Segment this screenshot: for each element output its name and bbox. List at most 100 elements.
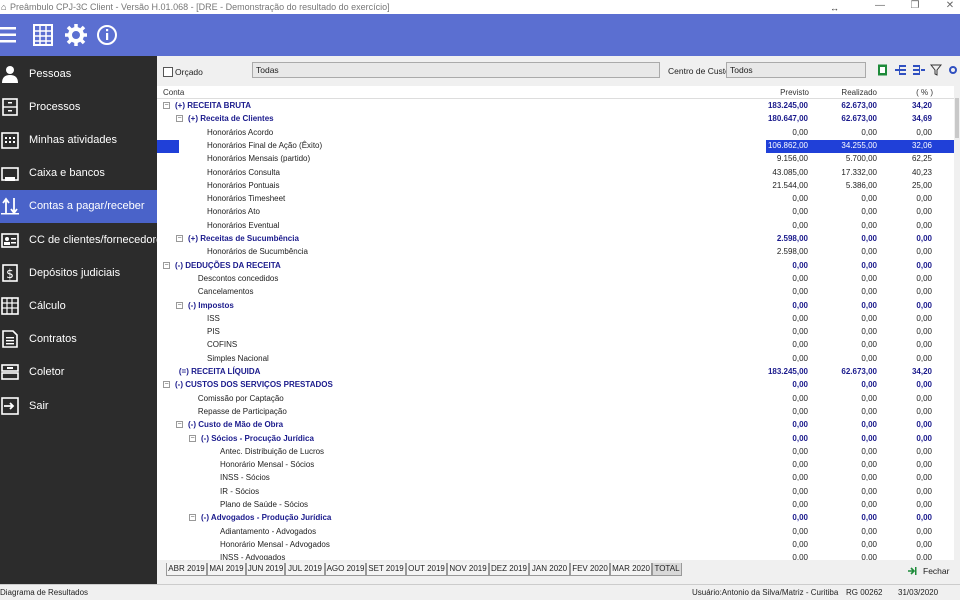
col-header-conta[interactable]: Conta — [163, 88, 184, 100]
sidebar-item-processos[interactable]: Processos — [0, 91, 157, 124]
collapse-toggle-icon[interactable]: − — [176, 301, 183, 309]
tab-mar-2020[interactable]: MAR 2020 — [610, 563, 652, 576]
sidebar-item-caixa-e-bancos[interactable]: Caixa e bancos — [0, 157, 157, 190]
centro-custo-field[interactable]: Todos — [726, 62, 866, 78]
collapse-toggle-icon[interactable]: − — [163, 102, 170, 109]
settings-small-icon[interactable] — [947, 64, 959, 76]
collapse-toggle-icon[interactable]: − — [163, 261, 170, 269]
table-row[interactable]: COFINS 0,00 0,00 0,00 — [157, 339, 954, 352]
table-row[interactable]: Honorários Timesheet 0,00 0,00 0,00 — [157, 193, 954, 206]
col-header-previsto[interactable]: Previsto — [757, 88, 809, 100]
table-row[interactable]: Adiantamento - Advogados 0,00 0,00 0,00 — [157, 526, 954, 539]
orcado-checkbox[interactable] — [163, 67, 173, 77]
tab-jun-2019[interactable]: JUN 2019 — [246, 563, 285, 576]
sidebar-item-coletor[interactable]: Coletor — [0, 356, 157, 389]
table-row[interactable]: Descontos concedidos 0,00 0,00 0,00 — [157, 273, 954, 286]
collapse-tree-icon[interactable] — [913, 64, 925, 76]
table-row[interactable]: Honorários Eventual 0,00 0,00 0,00 — [157, 220, 954, 233]
group-row[interactable]: − (+) Receita de Clientes 180.647,00 62.673… — [157, 113, 954, 126]
row-label: Simples Nacional — [207, 353, 269, 363]
tab-jan-2020[interactable]: JAN 2020 — [529, 563, 570, 576]
excel-export-icon[interactable] — [877, 64, 889, 76]
table-row[interactable]: Plano de Saúde - Sócios 0,00 0,00 0,00 — [157, 499, 954, 512]
table-row[interactable]: Repasse de Participação 0,00 0,00 0,00 — [157, 406, 954, 419]
sidebar-item-c-lculo[interactable]: Cálculo — [0, 290, 157, 323]
info-icon[interactable] — [96, 23, 120, 47]
close-button[interactable]: ✕ — [940, 0, 960, 12]
table-row[interactable]: Honorário Mensal - Advogados 0,00 0,00 0,00 — [157, 539, 954, 552]
collapse-toggle-icon[interactable]: − — [189, 434, 196, 442]
table-row[interactable]: Honorário Mensal - Sócios 0,00 0,00 0,00 — [157, 459, 954, 472]
realizado-value: 0,00 — [861, 406, 877, 416]
sidebar-item-dep-sitos-judiciais[interactable]: $ Depósitos judiciais — [0, 257, 157, 290]
group-row[interactable]: − (+) RECEITA BRUTA 183.245,00 62.673,00 34,… — [157, 100, 954, 113]
sidebar-item-pessoas[interactable]: Pessoas — [0, 58, 157, 91]
table-row[interactable]: Comissão por Captação 0,00 0,00 0,00 — [157, 393, 954, 406]
group-row[interactable]: − (-) Custo de Mão de Obra 0,00 0,00 0,00 — [157, 419, 954, 432]
maximize-button[interactable]: ❐ — [905, 0, 925, 12]
col-header-percent[interactable]: ( % ) — [897, 88, 933, 100]
sidebar-item-sair[interactable]: Sair — [0, 390, 157, 423]
group-row[interactable]: − (-) Sócios - Procução Jurídica 0,00 0,00 0… — [157, 433, 954, 446]
period-tabs: ABR 2019 MAI 2019 JUN 2019 JUL 2019 AGO 2019… — [157, 562, 960, 578]
realizado-value: 62.673,00 — [841, 367, 877, 376]
collapse-toggle-icon[interactable]: − — [176, 421, 183, 429]
minimize-button[interactable]: — — [870, 0, 890, 12]
collapse-toggle-icon[interactable]: − — [176, 115, 183, 123]
gear-icon[interactable] — [64, 23, 88, 47]
table-row[interactable]: Honorários Mensais (partido) 9.156,00 5.70… — [157, 153, 954, 166]
filter-icon[interactable] — [930, 64, 942, 76]
fechar-button[interactable]: Fechar — [923, 566, 949, 576]
dre-grid[interactable]: Conta Previsto Realizado ( % ) − (+) RECE… — [157, 86, 954, 560]
tab-mai-2019[interactable]: MAI 2019 — [207, 563, 246, 576]
table-row[interactable]: INSS - Sócios 0,00 0,00 0,00 — [157, 472, 954, 485]
exit-arrow-icon[interactable] — [908, 566, 918, 576]
sidebar-item-minhas-atividades[interactable]: Minhas atividades — [0, 124, 157, 157]
previsto-value: 0,00 — [792, 433, 808, 443]
row-label: INSS - Advogados — [220, 553, 286, 560]
vertical-scrollbar[interactable] — [954, 86, 960, 560]
table-row[interactable]: Honorários Pontuais 21.544,00 5.386,00 25,0… — [157, 180, 954, 193]
sidebar-item-contas-a-pagar-receber[interactable]: Contas a pagar/receber — [0, 190, 157, 223]
tab-nov-2019[interactable]: NOV 2019 — [447, 563, 489, 576]
table-row[interactable]: Simples Nacional 0,00 0,00 0,00 — [157, 353, 954, 366]
previsto-value: 0,00 — [792, 194, 808, 204]
group-row[interactable]: − (-) DEDUÇÕES DA RECEITA 0,00 0,00 0,00 — [157, 260, 954, 273]
collapse-toggle-icon[interactable]: − — [176, 235, 183, 242]
menu-icon[interactable] — [0, 23, 24, 47]
tab-ago-2019[interactable]: AGO 2019 — [325, 563, 366, 576]
group-row[interactable]: (=) RECEITA LÍQUIDA 183.245,00 62.673,00 34… — [157, 366, 954, 379]
col-header-realizado[interactable]: Realizado — [825, 88, 877, 100]
table-row[interactable]: Honorários Ato 0,00 0,00 0,00 — [157, 206, 954, 219]
table-row[interactable]: Antec. Distribuição de Lucros 0,00 0,00 0,0… — [157, 446, 954, 459]
spreadsheet-icon[interactable] — [32, 23, 56, 47]
row-label: Honorários Consulta — [207, 167, 280, 177]
sidebar-item-cc-de-clientes-fornecedores[interactable]: CC de clientes/fornecedores — [0, 224, 168, 257]
table-row[interactable]: Honorários Final de Ação (Êxito) 106.862,… — [157, 139, 954, 153]
tab-out-2019[interactable]: OUT 2019 — [406, 563, 447, 576]
tab-set-2019[interactable]: SET 2019 — [366, 563, 406, 576]
table-row[interactable]: INSS - Advogados 0,00 0,00 0,00 — [157, 552, 954, 560]
sidebar-item-contratos[interactable]: Contratos — [0, 323, 157, 356]
table-row[interactable]: Honorários Consulta 43.085,00 17.332,00 40,… — [157, 167, 954, 180]
table-row[interactable]: Cancelamentos 0,00 0,00 0,00 — [157, 286, 954, 299]
tab-dez-2019[interactable]: DEZ 2019 — [489, 563, 529, 576]
collapse-toggle-icon[interactable]: − — [163, 381, 170, 389]
collapse-toggle-icon[interactable]: − — [189, 514, 196, 522]
group-row[interactable]: − (-) Impostos 0,00 0,00 0,00 — [157, 300, 954, 313]
table-row[interactable]: PIS 0,00 0,00 0,00 — [157, 326, 954, 339]
scrollbar-thumb[interactable] — [955, 98, 959, 138]
tab-fev-2020[interactable]: FEV 2020 — [570, 563, 610, 576]
table-row[interactable]: ISS 0,00 0,00 0,00 — [157, 313, 954, 326]
table-row[interactable]: Honorários Acordo 0,00 0,00 0,00 — [157, 127, 954, 140]
table-row[interactable]: Honorários de Sucumbência 2.598,00 0,00 0,0… — [157, 246, 954, 259]
tab-abr-2019[interactable]: ABR 2019 — [166, 563, 207, 576]
group-row[interactable]: − (-) Advogados - Produção Jurídica 0,00 0,… — [157, 512, 954, 525]
tab-total[interactable]: TOTAL — [652, 563, 682, 576]
group-row[interactable]: − (-) CUSTOS DOS SERVIÇOS PRESTADOS 0,00 0,… — [157, 379, 954, 392]
expand-tree-icon[interactable] — [895, 64, 907, 76]
table-row[interactable]: IR - Sócios 0,00 0,00 0,00 — [157, 486, 954, 499]
group-row[interactable]: − (+) Receitas de Sucumbência 2.598,00 0,00… — [157, 233, 954, 246]
conta-filter-field[interactable]: Todas — [252, 62, 660, 78]
tab-jul-2019[interactable]: JUL 2019 — [285, 563, 325, 576]
